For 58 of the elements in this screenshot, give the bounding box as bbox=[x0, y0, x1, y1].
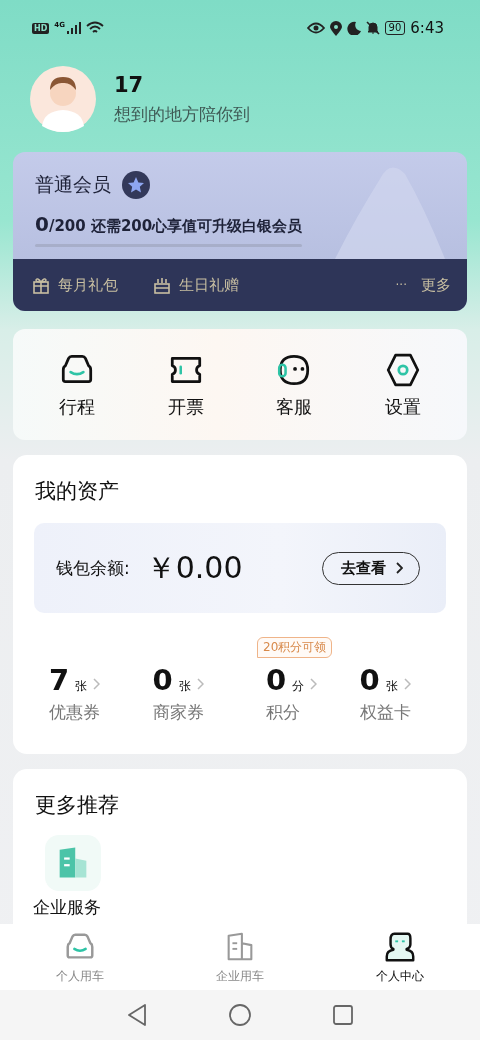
signal-icon bbox=[66, 22, 81, 34]
back-icon[interactable] bbox=[126, 1003, 148, 1027]
chevron-icon bbox=[403, 678, 411, 690]
recents-icon[interactable] bbox=[332, 1004, 354, 1026]
asset-label: 商家券 bbox=[152, 701, 204, 724]
service-label: 企业服务 bbox=[33, 896, 101, 919]
user-name: 17 bbox=[114, 72, 145, 97]
section-title: 更多推荐 bbox=[34, 792, 120, 819]
hd-badge: HD bbox=[32, 22, 50, 34]
asset-count: 0 bbox=[266, 663, 287, 697]
chevron-icon bbox=[93, 678, 101, 690]
asset-count: 0 bbox=[152, 663, 173, 697]
home-icon[interactable] bbox=[228, 1003, 252, 1027]
nav-tab[interactable]: 企业用车 bbox=[185, 929, 295, 985]
clock-time: 6:43 bbox=[410, 19, 444, 37]
unit-label: 张 bbox=[75, 678, 88, 695]
perk-link[interactable]: 每月礼包 bbox=[31, 275, 118, 295]
asset-label: 权益卡 bbox=[359, 701, 411, 724]
moon-icon bbox=[346, 21, 361, 35]
progress-text: 0/200 还需200心享值可升级白银会员 bbox=[35, 212, 304, 236]
eye-icon bbox=[306, 22, 325, 34]
chevron-icon bbox=[395, 562, 403, 574]
tagline: 想到的地方陪你到 bbox=[114, 102, 250, 126]
chevron-icon bbox=[310, 678, 318, 690]
asset-count: 7 bbox=[49, 663, 70, 697]
asset-label: 优惠券 bbox=[49, 701, 100, 724]
more-link[interactable]: ··· 更多 bbox=[395, 275, 451, 295]
membership-card[interactable]: 普通会员 0/200 还需200心享值可升级白银会员 每月礼包 生日礼赠 ··· 更多 bbox=[13, 152, 467, 311]
unit-label: 张 bbox=[178, 678, 191, 695]
action-button[interactable]: 客服 bbox=[259, 350, 330, 419]
perk-link[interactable]: 生日礼赠 bbox=[152, 275, 239, 295]
star-badge-icon bbox=[121, 170, 151, 200]
battery-level: 90 bbox=[384, 21, 406, 35]
action-button[interactable]: 开票 bbox=[150, 350, 221, 419]
bell-muted-icon bbox=[365, 21, 380, 35]
section-title: 我的资产 bbox=[34, 478, 120, 505]
points-badge: 20积分可领 bbox=[257, 637, 333, 658]
nav-tab[interactable]: 个人中心 bbox=[345, 929, 455, 985]
wallet-label: 钱包余额: bbox=[56, 556, 130, 580]
location-icon bbox=[329, 20, 342, 36]
cake-icon bbox=[152, 275, 172, 295]
asset-item[interactable]: 0 张 商家券 bbox=[138, 663, 242, 724]
chevron-icon bbox=[196, 678, 204, 690]
asset-label: 积分 bbox=[266, 701, 300, 724]
tier-label: 普通会员 bbox=[35, 172, 111, 197]
avatar[interactable] bbox=[30, 66, 96, 132]
asset-count: 0 bbox=[359, 663, 380, 697]
gift-icon bbox=[31, 275, 51, 295]
unit-label: 分 bbox=[292, 678, 305, 695]
wifi-icon bbox=[85, 21, 104, 35]
asset-item[interactable]: 7 张 优惠券 bbox=[35, 663, 139, 724]
service-tile[interactable] bbox=[45, 835, 101, 891]
wallet-amount: ￥0.00 bbox=[145, 548, 243, 587]
action-button[interactable]: 设置 bbox=[367, 350, 438, 419]
nav-tab[interactable]: 个人用车 bbox=[25, 929, 135, 985]
action-button[interactable]: 行程 bbox=[42, 350, 113, 419]
asset-item[interactable]: 0 张 权益卡 bbox=[345, 663, 449, 724]
unit-label: 张 bbox=[385, 678, 398, 695]
